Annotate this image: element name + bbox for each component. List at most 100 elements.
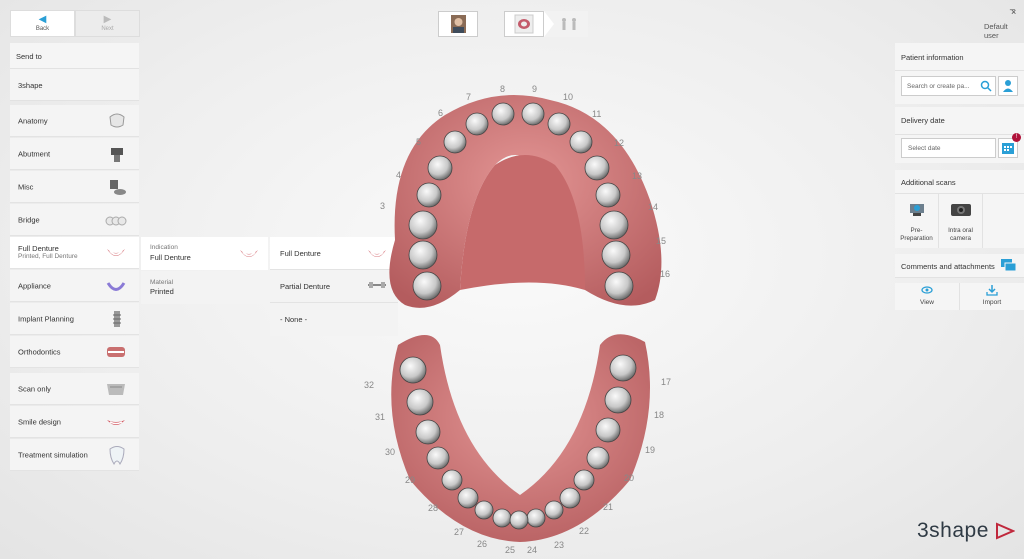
close-button[interactable]: × bbox=[1011, 8, 1016, 17]
add-patient-button[interactable] bbox=[998, 76, 1018, 96]
option-full-denture[interactable]: Full Denture bbox=[270, 237, 398, 270]
delivery-date-input[interactable]: Select date bbox=[901, 138, 996, 158]
pre-preparation-scan[interactable]: Pre-Preparation bbox=[895, 194, 939, 248]
tooth-number: 28 bbox=[428, 503, 439, 513]
tooth[interactable] bbox=[509, 510, 529, 530]
tooth[interactable] bbox=[465, 112, 489, 136]
category-misc[interactable]: Misc bbox=[10, 171, 139, 203]
tooth[interactable] bbox=[441, 469, 463, 491]
patient-info-header: Patient information bbox=[895, 43, 1024, 71]
delivery-date-row: Select date ! bbox=[895, 133, 1024, 163]
category-orthodontics[interactable]: Orthodontics bbox=[10, 336, 139, 368]
category-treatment-simulation[interactable]: Treatment simulation bbox=[10, 439, 139, 471]
upper-arch-model[interactable] bbox=[385, 90, 670, 315]
indication-cell[interactable]: Indication Full Denture bbox=[141, 237, 268, 270]
scan-step[interactable] bbox=[544, 11, 588, 37]
tooth[interactable] bbox=[601, 240, 631, 270]
material-cell[interactable]: Material Printed bbox=[141, 271, 268, 304]
tooth-number: 16 bbox=[660, 269, 671, 279]
category-bridge[interactable]: Bridge bbox=[10, 204, 139, 236]
tooth[interactable] bbox=[604, 386, 632, 414]
tooth[interactable] bbox=[547, 112, 571, 136]
tooth[interactable] bbox=[569, 130, 593, 154]
category-smile-design[interactable]: Smile design bbox=[10, 406, 139, 438]
import-button[interactable]: Import bbox=[960, 283, 1024, 310]
dental-model-icon bbox=[514, 14, 534, 34]
tooth-number: 7 bbox=[466, 92, 472, 102]
category-appliance[interactable]: Appliance bbox=[10, 270, 139, 302]
order-step[interactable] bbox=[504, 11, 544, 37]
tooth-number: 4 bbox=[396, 170, 402, 180]
tooth[interactable] bbox=[521, 102, 545, 126]
tooth[interactable] bbox=[595, 182, 621, 208]
tooth[interactable] bbox=[427, 155, 453, 181]
person-icon bbox=[1003, 80, 1013, 92]
tooth[interactable] bbox=[399, 356, 427, 384]
tooth-number: 22 bbox=[579, 526, 590, 536]
tooth[interactable] bbox=[526, 508, 546, 528]
tooth[interactable] bbox=[604, 271, 634, 301]
category-full-denture[interactable]: Full Denture Printed, Full Denture bbox=[10, 237, 139, 269]
search-icon[interactable] bbox=[980, 80, 992, 92]
patient-search-input[interactable]: Search or create pa... bbox=[901, 76, 996, 96]
tooth[interactable] bbox=[609, 354, 637, 382]
tooth-number: 31 bbox=[375, 412, 386, 422]
tooth[interactable] bbox=[443, 130, 467, 154]
comments-header[interactable]: Comments and attachments bbox=[895, 254, 1024, 278]
option-none[interactable]: - None - bbox=[270, 303, 398, 336]
user-name[interactable]: Default user bbox=[984, 22, 1024, 40]
tooth[interactable] bbox=[599, 210, 629, 240]
category-abutment[interactable]: Abutment bbox=[10, 138, 139, 170]
tooth-number: 32 bbox=[364, 380, 375, 390]
tooth[interactable] bbox=[573, 469, 595, 491]
scan-icon bbox=[107, 383, 125, 395]
tooth-number: 21 bbox=[603, 502, 614, 512]
category-scan-only[interactable]: Scan only bbox=[10, 373, 139, 405]
category-anatomy[interactable]: Anatomy bbox=[10, 105, 139, 137]
tooth[interactable] bbox=[586, 446, 610, 470]
tooth[interactable] bbox=[408, 240, 438, 270]
tooth-number: 29 bbox=[405, 475, 416, 485]
tooth[interactable] bbox=[544, 500, 564, 520]
tooth-icon bbox=[109, 445, 125, 465]
tooth-number: 24 bbox=[527, 545, 538, 555]
tooth[interactable] bbox=[408, 210, 438, 240]
tooth[interactable] bbox=[595, 417, 621, 443]
brand-logo: 3shape bbox=[917, 519, 989, 542]
tooth[interactable] bbox=[412, 271, 442, 301]
implant-icon bbox=[113, 310, 121, 327]
tooth-number: 15 bbox=[656, 236, 667, 246]
step-arrow-icon bbox=[544, 11, 576, 37]
next-button[interactable]: ▶ Next bbox=[75, 10, 140, 37]
smile-icon bbox=[107, 419, 125, 425]
send-to-destination[interactable]: 3shape bbox=[10, 69, 139, 101]
back-button[interactable]: ◀ Back bbox=[10, 10, 75, 37]
tooth[interactable] bbox=[491, 102, 515, 126]
patient-step[interactable] bbox=[438, 11, 478, 37]
tooth[interactable] bbox=[426, 446, 450, 470]
tooth[interactable] bbox=[457, 487, 479, 509]
arrow-left-icon: ◀ bbox=[38, 14, 47, 25]
patient-search-row: Search or create pa... bbox=[895, 71, 1024, 104]
view-button[interactable]: View bbox=[895, 283, 960, 310]
option-partial-denture[interactable]: Partial Denture bbox=[270, 270, 398, 303]
tooth-number: 30 bbox=[385, 447, 396, 457]
tooth-number: 9 bbox=[532, 84, 538, 94]
tooth[interactable] bbox=[474, 500, 494, 520]
abutment-icon bbox=[111, 147, 123, 162]
tooth[interactable] bbox=[492, 508, 512, 528]
tooth-number: 26 bbox=[477, 539, 488, 549]
tooth-number: 6 bbox=[438, 108, 444, 118]
tooth[interactable] bbox=[415, 419, 441, 445]
lower-arch-model[interactable] bbox=[380, 330, 660, 545]
category-implant-planning[interactable]: Implant Planning bbox=[10, 303, 139, 335]
tooth-number: 11 bbox=[592, 109, 602, 119]
intra-oral-camera-scan[interactable]: Intra oral camera bbox=[939, 194, 983, 248]
tooth-number: 17 bbox=[661, 377, 672, 387]
tooth[interactable] bbox=[416, 182, 442, 208]
tooth[interactable] bbox=[406, 388, 434, 416]
tooth[interactable] bbox=[584, 155, 610, 181]
tooth-number: 10 bbox=[563, 92, 574, 102]
tooth-number: 13 bbox=[632, 171, 643, 181]
tooth[interactable] bbox=[559, 487, 581, 509]
